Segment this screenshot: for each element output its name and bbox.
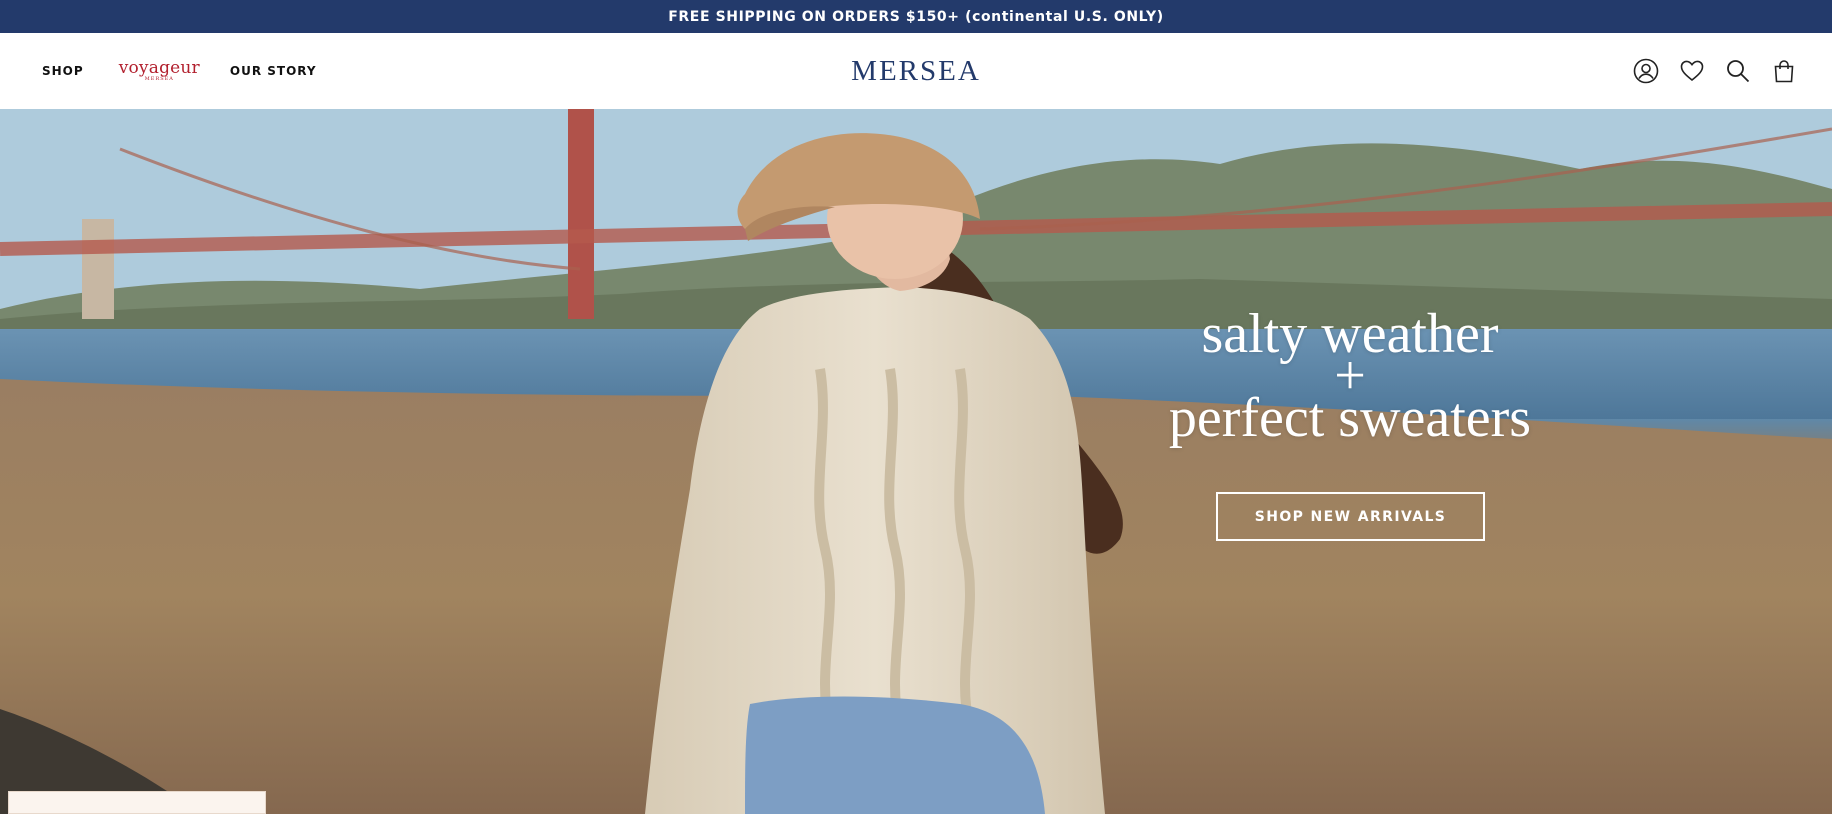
hero-headline-line2: perfect sweaters [1168, 387, 1532, 449]
site-header: SHOP voyageur MERSEA OUR STORY MERSEA [0, 33, 1832, 110]
voyageur-logo-subtext: MERSEA [144, 76, 174, 82]
shop-new-arrivals-label: SHOP NEW ARRIVALS [1254, 508, 1447, 525]
nav-our-story-link[interactable]: OUR STORY [230, 64, 317, 78]
site-logo[interactable]: MERSEA [851, 55, 981, 87]
announcement-text: FREE SHIPPING ON ORDERS $150+ (continent… [668, 8, 1164, 25]
hero-image [0, 109, 1832, 814]
announcement-bar: FREE SHIPPING ON ORDERS $150+ (continent… [0, 0, 1832, 33]
shop-new-arrivals-button[interactable]: SHOP NEW ARRIVALS [1216, 492, 1485, 541]
search-icon[interactable] [1724, 57, 1752, 85]
corner-popup-tab[interactable] [8, 791, 266, 814]
hero-headline: salty weather + perfect sweaters [1100, 306, 1600, 449]
heart-icon[interactable] [1678, 57, 1706, 85]
hero-banner[interactable]: salty weather + perfect sweaters SHOP NE… [0, 109, 1832, 814]
header-icons [1614, 33, 1798, 109]
bag-icon[interactable] [1770, 57, 1798, 85]
account-icon[interactable] [1632, 57, 1660, 85]
main-nav: SHOP voyageur MERSEA OUR STORY [42, 33, 317, 109]
nav-voyageur-link[interactable]: voyageur MERSEA [118, 58, 200, 83]
voyageur-logo-text: voyageur [118, 58, 200, 78]
nav-shop-link[interactable]: SHOP [42, 64, 84, 78]
